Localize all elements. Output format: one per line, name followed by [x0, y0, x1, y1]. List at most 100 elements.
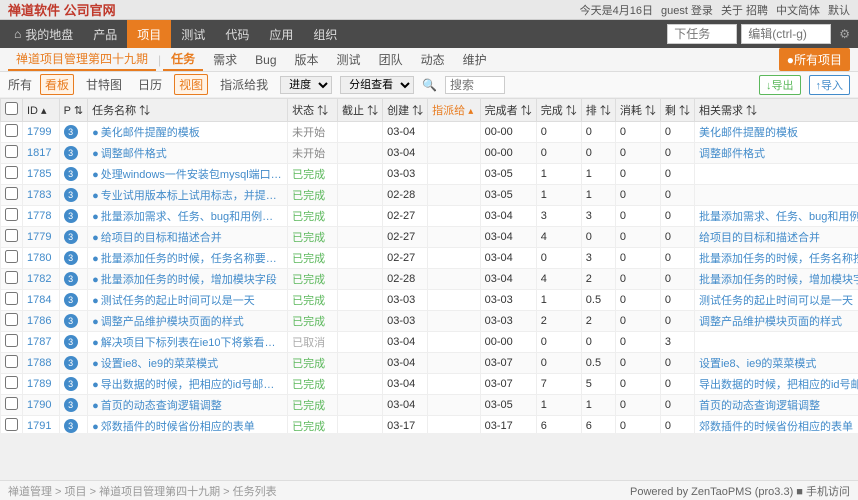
filter-view[interactable]: 视图	[174, 74, 208, 95]
row-checkbox[interactable]	[5, 355, 18, 368]
row-checkbox[interactable]	[5, 187, 18, 200]
cell-related[interactable]: 批量添加任务的时候，增加模块字	[694, 269, 858, 290]
subnav-project-name[interactable]: 禅道项目管理第四十九期	[8, 48, 156, 71]
cell-related[interactable]: 首页的动态查询逻辑调整	[694, 395, 858, 416]
subnav-req[interactable]: 需求	[205, 49, 245, 70]
nav-test[interactable]: 测试	[171, 20, 215, 48]
nav-project[interactable]: 项目	[127, 20, 171, 48]
header-done[interactable]: 完成 ⇅	[536, 99, 581, 122]
subnav-version[interactable]: 版本	[287, 49, 327, 70]
cell-checkbox[interactable]	[1, 248, 23, 269]
cell-checkbox[interactable]	[1, 395, 23, 416]
row-checkbox[interactable]	[5, 124, 18, 137]
task-search-input[interactable]	[667, 24, 737, 44]
header-left[interactable]: 剩 ⇅	[660, 99, 694, 122]
subnav-team[interactable]: 团队	[371, 49, 411, 70]
import-button[interactable]: ↑导入	[809, 75, 851, 95]
cell-related[interactable]: 批量添加需求、任务、bug和用例	[694, 206, 858, 227]
cell-name[interactable]: ●批量添加需求、任务、bug和用例的指派、行符行处理为	[88, 206, 288, 227]
header-assign[interactable]: 指派给 ▴	[428, 99, 481, 122]
filter-kanban[interactable]: 看板	[40, 74, 74, 95]
export-button[interactable]: ↓导出	[759, 75, 801, 95]
filter-search-input[interactable]	[445, 76, 505, 94]
edit-shortcut-input[interactable]	[741, 24, 831, 44]
cell-name[interactable]: ●郊数插件的时候省份相应的表单	[88, 416, 288, 434]
cell-related[interactable]	[694, 164, 858, 185]
cell-name[interactable]: ●调整产品维护模块页面的样式	[88, 311, 288, 332]
nav-app[interactable]: 应用	[259, 20, 303, 48]
row-checkbox[interactable]	[5, 418, 18, 431]
cell-name[interactable]: ●调整邮件格式	[88, 143, 288, 164]
header-created[interactable]: 创建 ⇅	[383, 99, 428, 122]
row-checkbox[interactable]	[5, 334, 18, 347]
cell-name[interactable]: ●解决项目下标列表在ie10下将紫看无法输入数据	[88, 332, 288, 353]
cell-checkbox[interactable]	[1, 374, 23, 395]
cell-name[interactable]: ●设置ie8、ie9的菜菜模式	[88, 353, 288, 374]
cell-name[interactable]: ●批量添加任务的时候，增加模块字段	[88, 269, 288, 290]
cell-related[interactable]	[694, 185, 858, 206]
cell-checkbox[interactable]	[1, 143, 23, 164]
subnav-bug[interactable]: Bug	[247, 51, 284, 69]
row-checkbox[interactable]	[5, 376, 18, 389]
row-checkbox[interactable]	[5, 208, 18, 221]
cell-name[interactable]: ●给项目的目标和描述合并	[88, 227, 288, 248]
cell-related[interactable]: 测试任务的起止时间可以是一天	[694, 290, 858, 311]
lang-switch[interactable]: 中文简体	[776, 2, 820, 18]
subnav-test[interactable]: 测试	[329, 49, 369, 70]
nav-code[interactable]: 代码	[215, 20, 259, 48]
row-checkbox[interactable]	[5, 271, 18, 284]
cell-checkbox[interactable]	[1, 353, 23, 374]
cell-related[interactable]	[694, 332, 858, 353]
cell-checkbox[interactable]	[1, 269, 23, 290]
row-checkbox[interactable]	[5, 397, 18, 410]
select-all-checkbox[interactable]	[5, 102, 18, 115]
header-status[interactable]: 状态 ⇅	[288, 99, 338, 122]
row-checkbox[interactable]	[5, 229, 18, 242]
about-link[interactable]: 关于 招聘	[721, 2, 768, 18]
cell-related[interactable]: 调整产品维护模块页面的样式	[694, 311, 858, 332]
cell-name[interactable]: ●处理windows一件安装包mysql端口检查后进度查询题	[88, 164, 288, 185]
row-checkbox[interactable]	[5, 313, 18, 326]
nav-org[interactable]: 组织	[303, 20, 347, 48]
nav-home[interactable]: ⌂ 我的地盘	[4, 20, 83, 48]
row-checkbox[interactable]	[5, 250, 18, 263]
cell-checkbox[interactable]	[1, 290, 23, 311]
header-deadline[interactable]: 截止 ⇅	[338, 99, 383, 122]
cell-checkbox[interactable]	[1, 416, 23, 434]
filter-assigned[interactable]: 指派给我	[216, 75, 272, 94]
user-login[interactable]: guest 登录	[661, 2, 713, 18]
header-id[interactable]: ID ▴	[23, 99, 60, 122]
header-name[interactable]: 任务名称 ⇅	[88, 99, 288, 122]
row-checkbox[interactable]	[5, 145, 18, 158]
cell-checkbox[interactable]	[1, 227, 23, 248]
cell-related[interactable]: 郊数插件的时候省份相应的表单	[694, 416, 858, 434]
cell-checkbox[interactable]	[1, 311, 23, 332]
header-p[interactable]: P ⇅	[59, 99, 87, 122]
cell-related[interactable]: 设置ie8、ie9的菜菜模式	[694, 353, 858, 374]
cell-name[interactable]: ●导出数据的时候，把相应的id号邮都上。	[88, 374, 288, 395]
header-consume[interactable]: 消耗 ⇅	[615, 99, 660, 122]
cell-related[interactable]: 导出数据的时候，把相应的id号邮	[694, 374, 858, 395]
theme-select[interactable]: 默认	[828, 2, 850, 18]
header-seq[interactable]: 排 ⇅	[581, 99, 615, 122]
cell-checkbox[interactable]	[1, 185, 23, 206]
groupby-select[interactable]: 分组查看	[340, 76, 414, 94]
cell-name[interactable]: ●批量添加任务的时候，任务名称要按加需求功能	[88, 248, 288, 269]
subnav-dynamic[interactable]: 动态	[413, 49, 453, 70]
header-related[interactable]: 相关需求 ⇅	[694, 99, 858, 122]
cell-checkbox[interactable]	[1, 164, 23, 185]
subnav-maintain[interactable]: 维护	[455, 49, 495, 70]
row-checkbox[interactable]	[5, 292, 18, 305]
brand[interactable]: 禅道软件 公司官网	[8, 0, 116, 19]
header-complete[interactable]: 完成者 ⇅	[480, 99, 536, 122]
cell-checkbox[interactable]	[1, 332, 23, 353]
cell-related[interactable]: 批量添加任务的时候，任务名称按	[694, 248, 858, 269]
cell-checkbox[interactable]	[1, 206, 23, 227]
subnav-task[interactable]: 任务	[163, 48, 203, 71]
header-checkbox[interactable]	[1, 99, 23, 122]
cell-name[interactable]: ●美化邮件提醒的模板	[88, 122, 288, 143]
cell-name[interactable]: ●首页的动态查询逻辑调整	[88, 395, 288, 416]
step-select[interactable]: 进度	[280, 76, 332, 94]
cell-related[interactable]: 给项目的目标和描述合并	[694, 227, 858, 248]
all-projects-button[interactable]: ●所有项目	[779, 48, 850, 71]
